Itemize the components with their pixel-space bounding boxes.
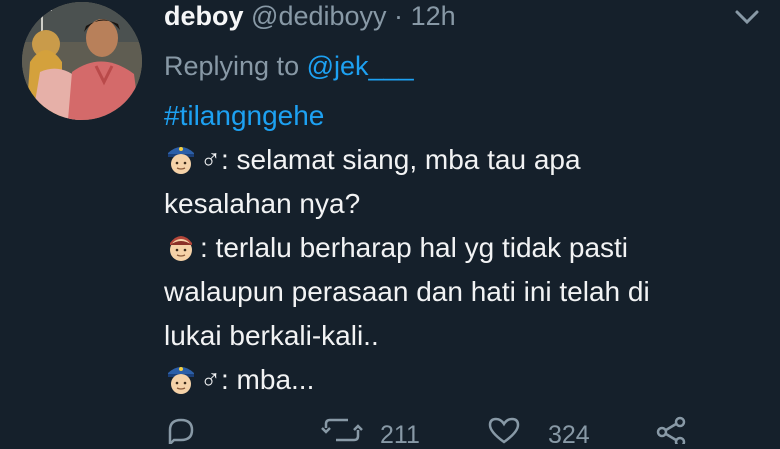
reply-mention-link[interactable]: @jek___ (307, 51, 414, 81)
share-icon[interactable] (654, 416, 688, 444)
police-officer-icon (168, 367, 194, 394)
police-officer-icon (168, 147, 194, 174)
hashtag-link[interactable]: #tilangngehe (164, 100, 324, 131)
display-name[interactable]: deboy (164, 1, 244, 31)
tweet-actions: 211 324 (0, 408, 780, 448)
tweet-line: kesalahan nya? (164, 184, 764, 228)
separator-dot: · (394, 1, 404, 31)
tweet-line: : terlalu berharap hal yg tidak pasti (164, 228, 764, 272)
like-icon[interactable] (486, 416, 522, 444)
hashtag-line: #tilangngehe (164, 96, 764, 140)
tweet-text: #tilangngehe ♂: selamat siang, mba tau a… (164, 96, 764, 404)
tweet-line: ♂: selamat siang, mba tau apa (164, 140, 764, 184)
retweet-icon[interactable] (320, 416, 364, 444)
tweet-line-text: lukai berkali-kali.. (164, 320, 379, 351)
avatar-image (22, 2, 142, 120)
tweet-line-text: walaupun perasaan dan hati ini telah di (164, 276, 650, 307)
tweet-line-text: kesalahan nya? (164, 188, 361, 219)
retweet-count: 211 (380, 421, 420, 449)
avatar[interactable] (22, 2, 142, 120)
tweet-line-text: ♂: selamat siang, mba tau apa (200, 144, 581, 175)
person-face-icon (170, 236, 192, 261)
tweet[interactable]: deboy @dediboyy · 12h Replying to @jek__… (0, 0, 780, 448)
tweet-line: ♂: mba... (164, 360, 764, 404)
tweet-line-text: : terlalu berharap hal yg tidak pasti (200, 232, 629, 263)
user-handle[interactable]: @dediboyy (251, 1, 387, 31)
like-count: 324 (548, 421, 590, 449)
replying-to: Replying to @jek___ (164, 48, 414, 84)
tweet-line: walaupun perasaan dan hati ini telah di (164, 272, 764, 316)
replying-prefix: Replying to (164, 51, 300, 81)
chevron-down-icon[interactable] (734, 8, 760, 26)
tweet-line: lukai berkali-kali.. (164, 316, 764, 360)
timestamp[interactable]: 12h (411, 1, 456, 31)
reply-icon[interactable] (164, 416, 198, 444)
tweet-line-text: ♂: mba... (200, 364, 315, 395)
tweet-header: deboy @dediboyy · 12h (164, 0, 456, 32)
